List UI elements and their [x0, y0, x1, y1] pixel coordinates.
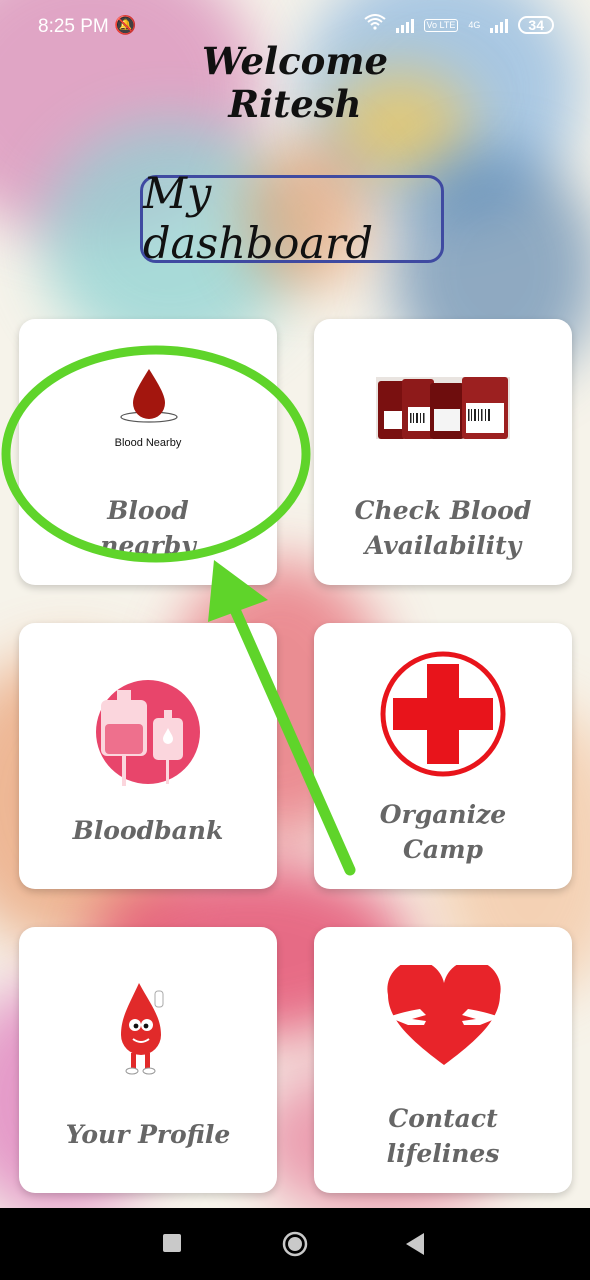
bloodbank-card[interactable]: Bloodbank: [19, 623, 277, 889]
back-button[interactable]: [406, 1233, 424, 1255]
blood-bags-photo: [376, 377, 510, 439]
bell-muted-icon: 🔕: [114, 15, 137, 35]
red-cross-icon: [380, 651, 506, 777]
status-icons: Vo LTE 4G 34: [363, 14, 554, 36]
check-blood-availability-label: Check Blood Availability: [354, 496, 532, 560]
recents-button[interactable]: [163, 1234, 181, 1252]
volte-badge: Vo LTE: [423, 18, 459, 32]
heart-hands-icon: [387, 965, 501, 1065]
your-profile-label: Your Profile: [65, 1120, 231, 1149]
welcome-text: Welcome: [201, 39, 389, 83]
dashboard-title: My dashboard: [140, 169, 444, 269]
welcome-heading: Welcome Ritesh: [0, 40, 590, 126]
blood-bag-icon: [96, 680, 200, 786]
battery-indicator: 34: [518, 16, 554, 34]
check-blood-availability-card[interactable]: Check Blood Availability: [314, 319, 572, 585]
contact-lifelines-label: Contact lifelines: [386, 1104, 500, 1168]
signal-icon: [395, 17, 414, 33]
blood-nearby-image-caption: Blood Nearby: [114, 437, 182, 449]
network-type: 4G: [468, 19, 481, 30]
blood-nearby-card[interactable]: Blood Nearby Blood nearby: [19, 319, 277, 585]
status-time: 8:25 PM: [38, 16, 109, 37]
contact-lifelines-card[interactable]: Contact lifelines: [314, 927, 572, 1193]
system-nav-bar: [0, 1208, 590, 1280]
your-profile-card[interactable]: Your Profile: [19, 927, 277, 1193]
blood-drop-mascot-icon: [121, 983, 164, 1075]
blood-nearby-label: Blood nearby: [100, 496, 196, 560]
home-button[interactable]: [282, 1231, 308, 1257]
wifi-icon: [363, 14, 386, 36]
user-name: Ritesh: [228, 82, 362, 126]
signal-icon-2: [490, 17, 509, 33]
blood-drop-icon: [120, 369, 178, 423]
organize-camp-label: Organize Camp: [379, 800, 507, 864]
organize-camp-card[interactable]: Organize Camp: [314, 623, 572, 889]
bloodbank-label: Bloodbank: [72, 816, 224, 845]
